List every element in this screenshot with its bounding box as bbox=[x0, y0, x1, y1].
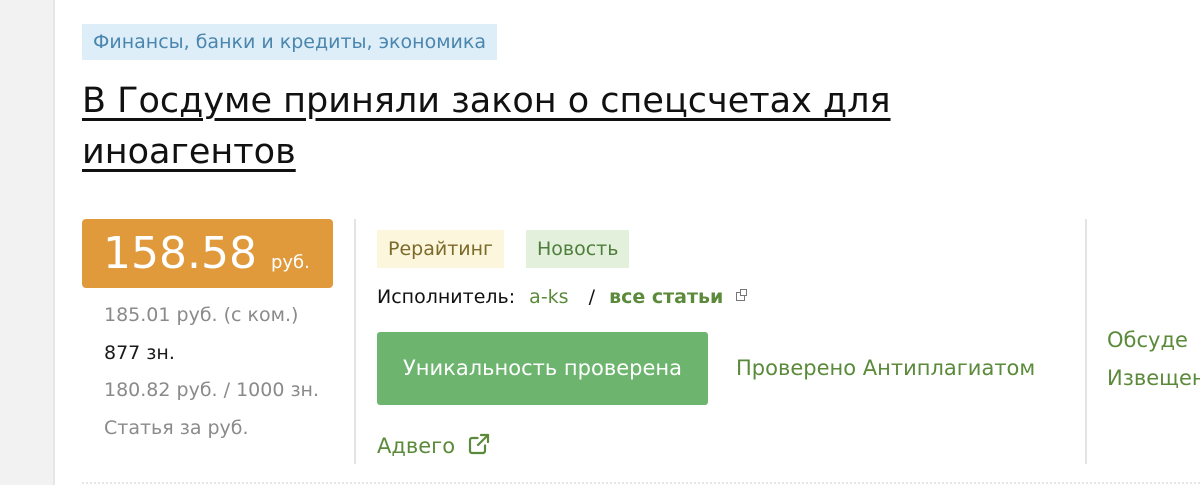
category-badge[interactable]: Финансы, банки и кредиты, экономика bbox=[82, 24, 497, 60]
uniqueness-checked-button[interactable]: Уникальность проверена bbox=[377, 332, 708, 405]
article-for-price: Статья за руб. bbox=[104, 417, 249, 439]
antiplagiat-link[interactable]: Проверено Антиплагиатом bbox=[736, 356, 1035, 380]
all-articles-link[interactable]: все статьи bbox=[609, 286, 723, 308]
performer-separator: / bbox=[588, 286, 596, 308]
article-card: Финансы, банки и кредиты, экономика В Го… bbox=[53, 0, 1200, 485]
price-badge: 158.58 руб. bbox=[82, 219, 333, 288]
article-title-link[interactable]: В Госдуме приняли закон о спецсчетах для… bbox=[82, 76, 962, 178]
tag-rewrite: Рерайтинг bbox=[377, 230, 505, 268]
advego-link-row[interactable]: Адвего bbox=[377, 433, 490, 458]
external-link-icon[interactable] bbox=[468, 433, 490, 455]
advego-link[interactable]: Адвего bbox=[377, 434, 455, 458]
column-divider-left bbox=[354, 219, 356, 464]
char-count: 877 зн. bbox=[104, 342, 175, 364]
price-with-commission: 185.01 руб. (с ком.) bbox=[104, 304, 299, 326]
discuss-link[interactable]: Обсуде bbox=[1107, 328, 1188, 352]
performer-name-link[interactable]: a-ks bbox=[529, 286, 568, 308]
tag-news: Новость bbox=[526, 230, 630, 268]
performer-line: Исполнитель: a-ks / все статьи bbox=[377, 286, 748, 308]
performer-label: Исполнитель: bbox=[377, 286, 516, 308]
price-value: 158.58 bbox=[103, 228, 257, 279]
price-per-thousand: 180.82 руб. / 1000 зн. bbox=[104, 379, 320, 401]
external-window-icon[interactable] bbox=[736, 289, 748, 301]
bottom-separator bbox=[82, 482, 1200, 484]
column-divider-right bbox=[1085, 219, 1087, 464]
notify-link[interactable]: Извещен bbox=[1107, 366, 1200, 390]
price-unit: руб. bbox=[270, 252, 310, 273]
